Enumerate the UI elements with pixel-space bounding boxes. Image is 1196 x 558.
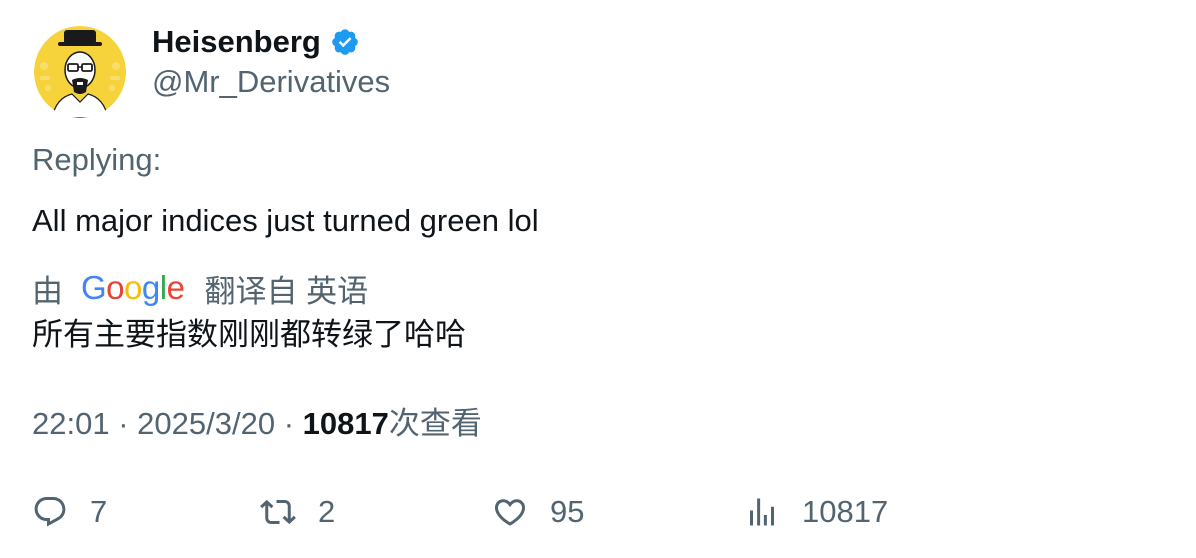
display-name-text: Heisenberg [152, 24, 321, 59]
views-button[interactable]: 10817 [744, 490, 888, 534]
translated-text: 所有主要指数刚刚都转绿了哈哈 [32, 317, 466, 352]
reply-button[interactable]: 7 [32, 490, 107, 534]
repost-arrows-icon [260, 494, 296, 530]
tweet-text: All major indices just turned green lol [32, 203, 539, 238]
action-bar: 7 2 95 10817 [0, 490, 1196, 540]
views-bar-chart-icon [744, 494, 780, 530]
views-count: 10817 [302, 406, 389, 441]
views-label: 次查看 [388, 406, 482, 441]
verified-badge-icon [330, 27, 360, 57]
tweet-date[interactable]: 2025/3/20 [137, 406, 275, 441]
heart-icon [492, 494, 528, 530]
translated-from-label[interactable]: 翻译自 英语 [204, 266, 368, 311]
heisenberg-portrait-icon [34, 26, 126, 118]
translation-attribution: 由 Google 翻译自 英语 [32, 266, 368, 311]
tweet-time[interactable]: 22:01 [32, 406, 110, 441]
reply-bubble-icon [32, 494, 68, 530]
repost-button[interactable]: 2 [260, 490, 335, 534]
google-logo[interactable]: Google [81, 269, 185, 307]
repost-count: 2 [318, 494, 336, 529]
translated-by-label: 由 [32, 273, 63, 309]
meta-separator: · [283, 406, 295, 441]
display-name[interactable]: Heisenberg [152, 22, 360, 62]
meta-separator: · [118, 406, 129, 441]
avatar[interactable] [34, 26, 126, 118]
replying-label: Replying: [32, 142, 162, 177]
views-action-count: 10817 [802, 494, 889, 529]
reply-count: 7 [90, 494, 108, 529]
tweet-meta: 22:01 · 2025/3/20 · 10817次查看 [32, 404, 482, 444]
user-handle[interactable]: @Mr_Derivatives [152, 62, 390, 102]
like-button[interactable]: 95 [492, 490, 584, 534]
google-logo-text: Google [81, 269, 185, 306]
like-count: 95 [550, 494, 585, 529]
